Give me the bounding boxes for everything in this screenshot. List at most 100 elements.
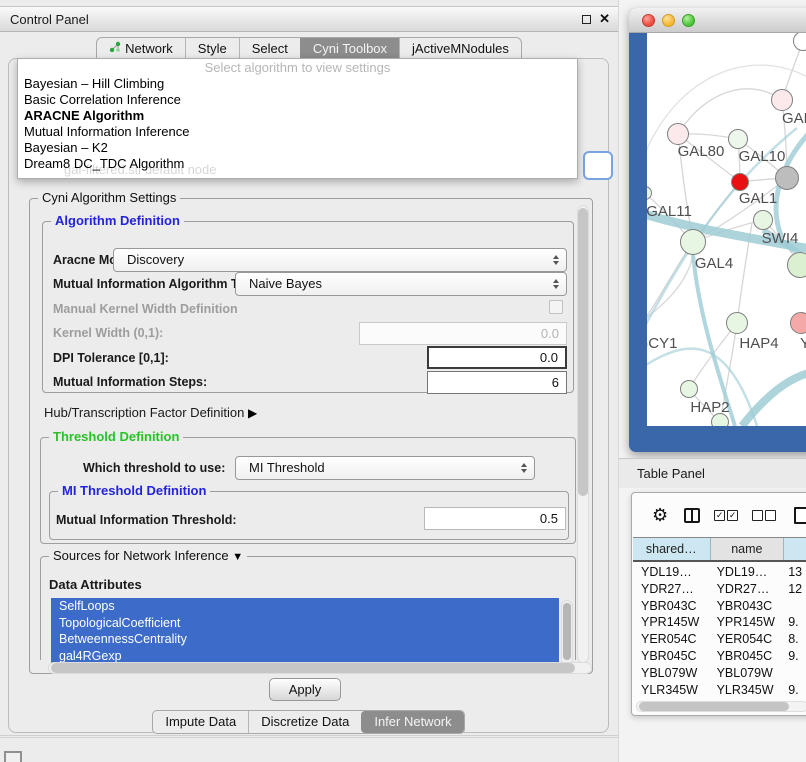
network-node-gal4[interactable] [680,229,706,255]
tab-jactivemnodules[interactable]: jActiveMNodules [399,38,521,60]
aracne-mode-combobox[interactable]: Discovery [113,248,567,272]
table-row[interactable]: YBL079WYBL079W [633,665,806,682]
combobox-spinner-icon [553,249,559,271]
algorithm-option-mutual-information-inference[interactable]: Mutual Information Inference [18,124,577,140]
table-row[interactable]: YPR145WYPR145W9. [633,614,806,631]
network-node[interactable] [775,166,799,190]
tab-impute-data[interactable]: Impute Data [153,711,248,733]
column-header-2[interactable] [784,538,806,560]
apply-button[interactable]: Apply [269,678,341,701]
network-node-swi4[interactable] [787,252,806,278]
column-header-shared[interactable]: shared… [633,538,711,560]
hub-definition-expander[interactable]: Hub/Transcription Factor Definition ▶ [44,405,257,420]
network-node-gal[interactable] [771,89,793,111]
network-node[interactable] [731,173,749,191]
network-node-hap4[interactable] [726,312,748,334]
sources-title-text: Sources for Network Inference [53,548,229,563]
kernel-width-field[interactable]: 0.0 [359,322,567,345]
algorithm-option-bayesian-hill-climbing[interactable]: Bayesian – Hill Climbing [18,76,577,92]
node-label-gal10: GAL10 [717,148,806,165]
select-all-checkboxes-icon[interactable] [714,510,738,521]
table-row[interactable]: YLR345WYLR345W9. [633,682,806,695]
table-cell: YDR27… [633,581,711,598]
network-node-hap2[interactable] [680,380,698,398]
table-row[interactable]: YDR27…YDR27…12 [633,581,806,598]
attributes-scrollbar[interactable] [561,600,573,665]
table-row[interactable]: YBR043CYBR043C [633,598,806,615]
algorithm-option-bayesian-k2[interactable]: Bayesian – K2 [18,140,577,156]
algorithm-definition-title: Algorithm Definition [51,213,184,228]
close-icon[interactable] [599,11,610,27]
bottom-divider [0,737,618,738]
network-canvas[interactable]: GALGAL80GAL10GAL11GAL1SWI4GAL4GCY1HAP4YH… [647,33,806,426]
network-window-titlebar[interactable] [629,8,806,33]
hub-definition-label: Hub/Transcription Factor Definition [44,405,244,420]
document-icon[interactable] [794,507,806,524]
mi-algorithm-type-combobox[interactable]: Naive Bayes [235,272,567,296]
screen: GALGAL80GAL10GAL11GAL1SWI4GAL4GCY1HAP4YH… [0,0,806,762]
which-threshold-combobox[interactable]: MI Threshold [235,456,535,480]
attribute-item-topologicalcoefficient[interactable]: TopologicalCoefficient [51,615,559,632]
dropdown-items: Bayesian – Hill ClimbingBasic Correlatio… [18,76,577,172]
table-cell [784,598,806,615]
table-cell: YER054C [633,631,711,648]
settings-vertical-scrollbar[interactable] [577,205,589,663]
zoom-traffic-light[interactable] [682,14,695,27]
table-body[interactable]: YDL19…YDL19…13YDR27…YDR27…12YBR043CYBR04… [633,564,806,695]
network-node-gal1[interactable] [753,210,773,230]
manual-kernel-width-checkbox[interactable] [549,300,563,314]
table-row[interactable]: YER054CYER054C8. [633,631,806,648]
algorithm-option-basic-correlation-inference[interactable]: Basic Correlation Inference [18,92,577,108]
tab-label: Network [125,41,173,56]
right-column: GALGAL80GAL10GAL11GAL1SWI4GAL4GCY1HAP4YH… [618,0,806,762]
tab-network[interactable]: Network [97,38,185,60]
network-node[interactable] [711,413,729,426]
scrollbar-thumb[interactable] [51,663,575,673]
table-cell: 9. [784,648,806,665]
collapse-down-icon: ▼ [232,551,243,563]
table-cell: 9. [784,682,806,695]
table-cell: YBR045C [711,648,785,665]
network-node-gal10[interactable] [728,129,748,149]
settings-horizontal-scrollbar[interactable] [48,662,592,674]
float-window-icon[interactable] [582,15,591,24]
scrollbar-thumb[interactable] [639,702,789,711]
network-node-y[interactable] [790,312,806,334]
clear-checkboxes-icon[interactable] [752,510,776,521]
unchecked-checkbox-icon [765,510,776,521]
attribute-item-betweennesscentrality[interactable]: BetweennessCentrality [51,631,559,648]
algorithm-option-aracne-algorithm[interactable]: ARACNE Algorithm [18,108,577,124]
data-attributes-list[interactable]: SelfLoopsTopologicalCoefficientBetweenne… [51,598,559,667]
table-cell: YBL079W [633,665,711,682]
table-row[interactable]: YBR045CYBR045C9. [633,648,806,665]
gear-icon[interactable] [652,506,668,524]
mi-steps-field[interactable]: 6 [427,371,567,394]
table-cell: YBR043C [633,598,711,615]
scrollbar-thumb[interactable] [578,208,588,496]
column-header-name[interactable]: name [711,538,785,560]
network-icon [109,41,121,56]
attribute-item-selfloops[interactable]: SelfLoops [51,598,559,615]
scrollbar-thumb[interactable] [563,603,571,660]
tab-style[interactable]: Style [185,38,239,60]
network-node-gal80[interactable] [667,123,689,145]
tab-discretize-data[interactable]: Discretize Data [248,711,361,733]
column-layout-icon[interactable] [684,508,700,523]
minimize-traffic-light[interactable] [662,14,675,27]
tab-select[interactable]: Select [239,38,300,60]
mi-threshold-definition-title: MI Threshold Definition [58,483,210,498]
combobox-spinner-icon [521,457,527,479]
dpi-tolerance-field[interactable]: 0.0 [427,346,567,369]
close-traffic-light[interactable] [642,14,655,27]
minimized-panel-icon[interactable] [4,751,22,762]
table-cell [784,665,806,682]
table-panel-header: Table Panel [619,458,806,488]
tab-infer-network[interactable]: Infer Network [361,711,463,733]
sources-group-title[interactable]: Sources for Network Inference ▼ [49,548,247,563]
tab-cyni-toolbox[interactable]: Cyni Toolbox [300,38,399,60]
table-column-headers[interactable]: shared…name [633,537,806,562]
table-row[interactable]: YDL19…YDL19…13 [633,564,806,581]
inference-algorithm-combobox-fragment[interactable] [583,151,613,180]
mi-threshold-field[interactable]: 0.5 [424,507,566,530]
table-horizontal-scrollbar[interactable] [636,701,806,712]
